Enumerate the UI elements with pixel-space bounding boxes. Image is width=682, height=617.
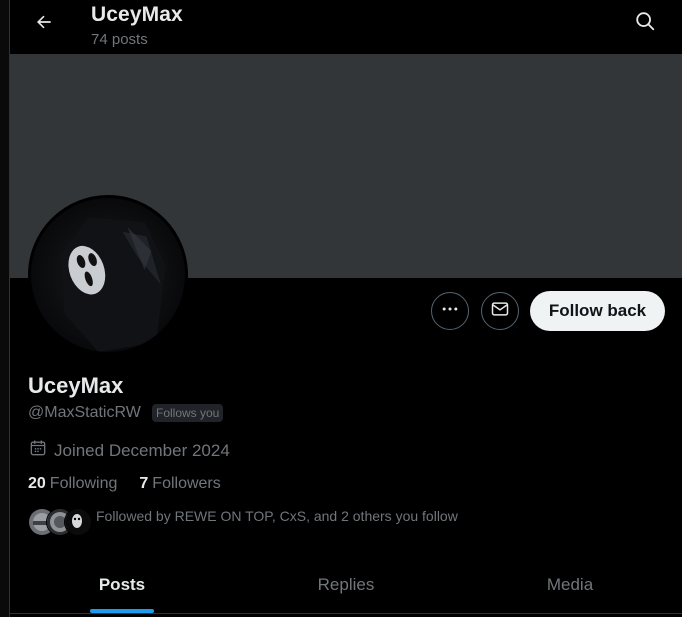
follows-you-badge: Follows you	[152, 404, 224, 422]
header-title: UceyMax	[91, 3, 183, 26]
following-link[interactable]: 20 Following	[28, 475, 117, 493]
mutual-avatars	[28, 508, 92, 536]
back-arrow-icon	[34, 12, 54, 37]
header-post-count: 74 posts	[91, 31, 148, 48]
top-bar: UceyMax 74 posts	[10, 0, 682, 54]
more-icon	[440, 299, 460, 324]
profile-display-name: UceyMax	[28, 373, 124, 398]
followers-label: Followers	[152, 475, 221, 492]
mutual-avatar	[64, 508, 92, 536]
joined-date: Joined December 2024	[28, 438, 230, 463]
ghostface-avatar-image	[31, 198, 185, 352]
message-icon	[490, 299, 510, 324]
calendar-icon	[28, 438, 54, 463]
message-button[interactable]	[481, 292, 519, 330]
profile-avatar[interactable]	[28, 195, 188, 355]
followed-by-link[interactable]: Followed by REWE ON TOP, CxS, and 2 othe…	[28, 508, 458, 536]
tab-media[interactable]: Media	[458, 557, 682, 613]
search-button[interactable]	[630, 8, 660, 38]
left-rail	[0, 0, 10, 617]
profile-tabs: Posts Replies Media	[10, 557, 682, 614]
tab-replies[interactable]: Replies	[234, 557, 458, 613]
active-tab-indicator	[90, 609, 154, 613]
tab-label: Replies	[317, 575, 375, 594]
followers-link[interactable]: 7 Followers	[139, 475, 220, 493]
tab-label: Posts	[98, 575, 146, 594]
search-icon	[634, 10, 656, 37]
tab-posts[interactable]: Posts	[10, 557, 234, 613]
tab-label: Media	[546, 575, 594, 594]
more-button[interactable]	[431, 292, 469, 330]
profile-handle: @MaxStaticRW	[28, 404, 141, 421]
joined-text: Joined December 2024	[54, 440, 230, 460]
followed-by-text: Followed by REWE ON TOP, CxS, and 2 othe…	[96, 508, 458, 524]
back-button[interactable]	[26, 10, 62, 38]
followers-count: 7	[139, 475, 149, 492]
follow-back-button[interactable]: Follow back	[530, 291, 665, 331]
following-label: Following	[49, 475, 118, 492]
follow-stats: 20 Following 7 Followers	[28, 475, 243, 493]
following-count: 20	[28, 475, 46, 492]
